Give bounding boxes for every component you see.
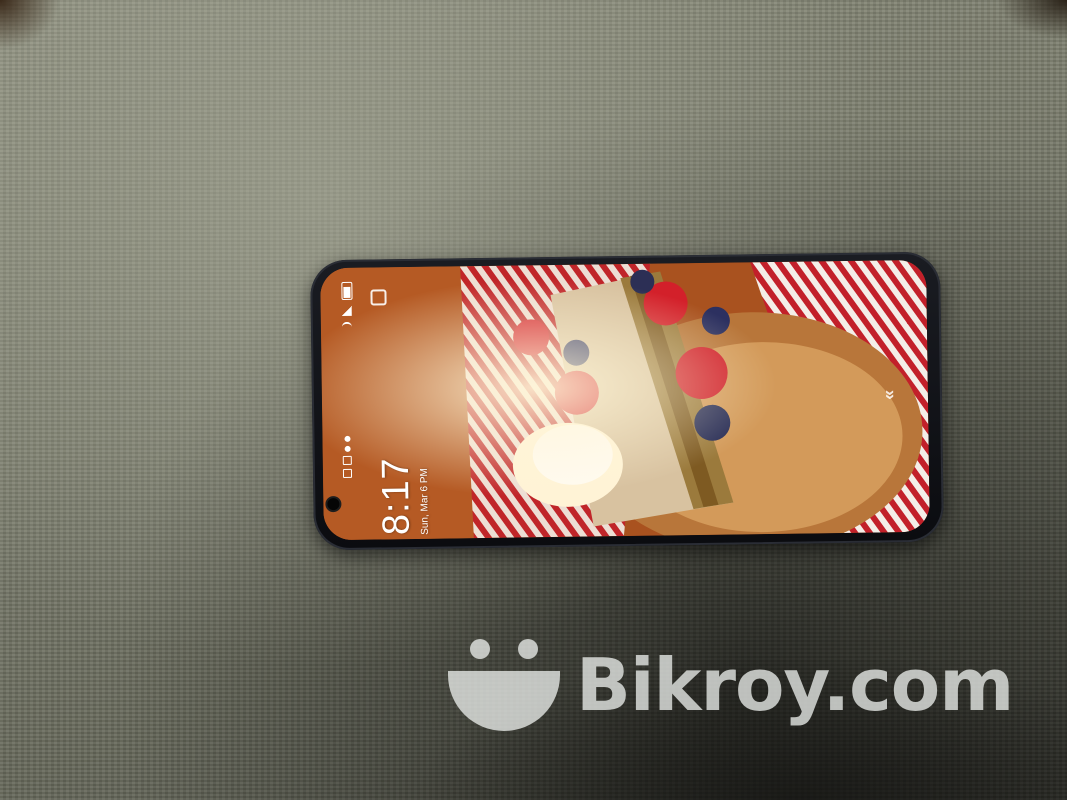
notification-app-icon xyxy=(342,468,353,478)
background-corner-shadow-right xyxy=(997,0,1067,40)
photo-scene: 8:17 Sun, Mar 6 PM « Bikroy.com xyxy=(0,0,1067,800)
signal-icon xyxy=(341,305,352,316)
clock-time: 8:17 xyxy=(374,456,418,536)
battery-icon xyxy=(340,281,353,300)
notification-dot xyxy=(344,445,351,452)
bikroy-logo-icon xyxy=(448,635,560,735)
watermark: Bikroy.com xyxy=(448,635,1014,735)
lockscreen-display: 8:17 Sun, Mar 6 PM « xyxy=(320,259,930,541)
clock-date: Sun, Mar 6 PM xyxy=(418,468,431,535)
lockscreen-clock: 8:17 Sun, Mar 6 PM xyxy=(374,456,431,536)
lockscreen-shortcut-icon[interactable] xyxy=(370,289,387,306)
notification-app-icon xyxy=(342,455,352,465)
logo-eye-left xyxy=(470,639,490,659)
logo-smile xyxy=(448,671,560,731)
wifi-icon xyxy=(341,321,353,332)
notification-dot xyxy=(343,435,351,442)
front-camera-icon xyxy=(327,498,340,511)
smartphone: 8:17 Sun, Mar 6 PM « xyxy=(310,251,944,551)
swipe-up-chevron-icon[interactable]: « xyxy=(878,390,899,400)
notification-icons xyxy=(342,435,353,478)
background-corner-shadow-left xyxy=(0,0,60,50)
status-bar xyxy=(334,281,359,332)
watermark-text: Bikroy.com xyxy=(576,643,1014,727)
logo-eye-right xyxy=(518,639,538,659)
